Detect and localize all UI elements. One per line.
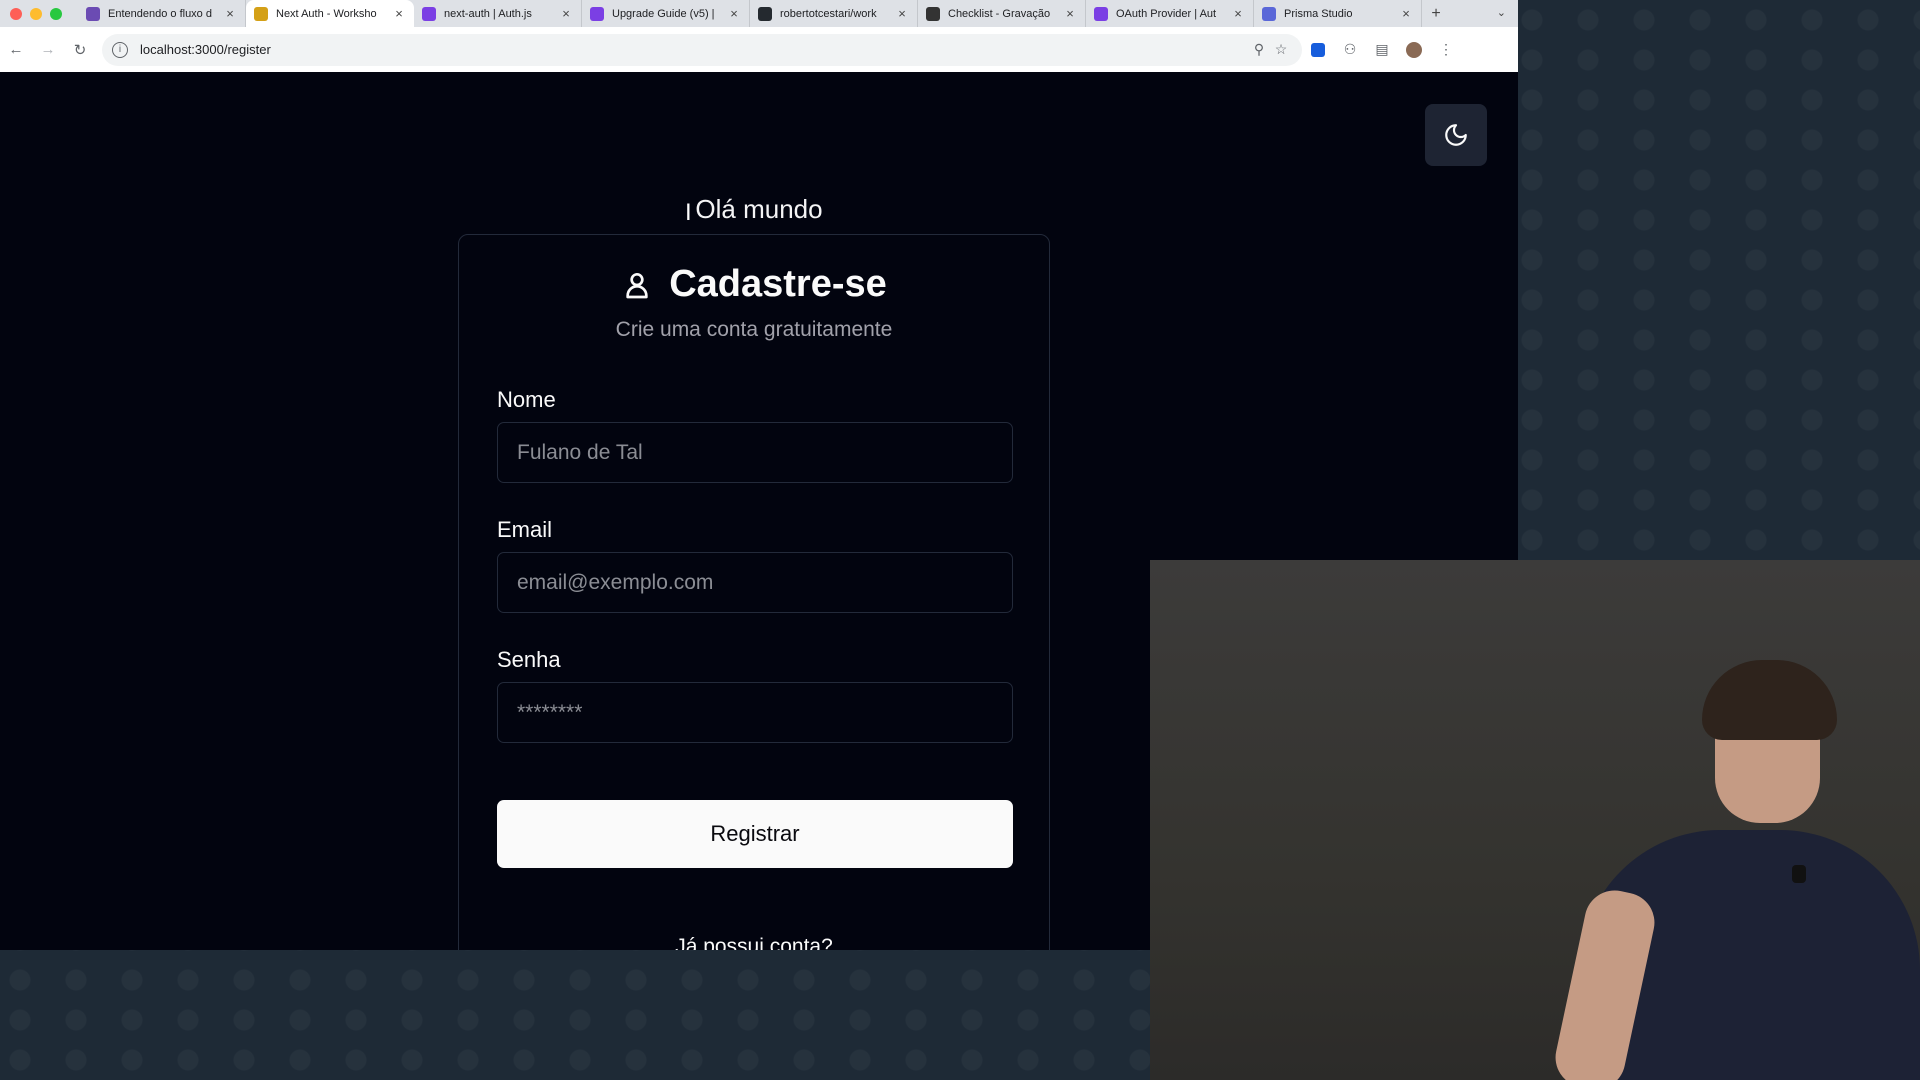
- browser-tab[interactable]: Entendendo o fluxo d ×: [78, 0, 246, 27]
- tab-label: robertotcestari/work: [780, 7, 877, 20]
- tab-favicon-icon: [926, 6, 940, 21]
- tab-label: OAuth Provider | Aut: [1116, 7, 1217, 20]
- greeting-text: Olá mundo: [695, 194, 823, 224]
- email-label: Email: [497, 517, 553, 542]
- tab-close-icon[interactable]: ×: [1063, 6, 1077, 21]
- login-link[interactable]: Já possui conta?: [459, 935, 1049, 950]
- user-icon: [626, 272, 648, 298]
- name-label: Nome: [497, 387, 556, 412]
- tab-favicon-icon: [1262, 6, 1276, 21]
- text-cursor-icon: I: [685, 199, 692, 226]
- maximize-window-button[interactable]: [50, 7, 62, 20]
- tab-close-icon[interactable]: ×: [895, 6, 909, 21]
- tab-label: Upgrade Guide (v5) |: [612, 7, 715, 20]
- browser-tab[interactable]: robertotcestari/work ×: [750, 0, 918, 27]
- moon-icon: [1445, 124, 1467, 146]
- browser-tab[interactable]: Next Auth - Worksho ×: [246, 0, 414, 27]
- browser-tab[interactable]: OAuth Provider | Aut ×: [1086, 0, 1254, 27]
- register-button[interactable]: Registrar: [497, 800, 1013, 868]
- name-field[interactable]: [497, 422, 1013, 483]
- browser-menu-icon[interactable]: ⋮: [1430, 41, 1462, 58]
- tab-close-icon[interactable]: ×: [1231, 6, 1245, 21]
- tab-bar: Entendendo o fluxo d × Next Auth - Worksho…: [0, 0, 1518, 27]
- presenter-hair: [1702, 660, 1837, 740]
- tab-label: next-auth | Auth.js: [444, 7, 532, 20]
- profile-avatar[interactable]: [1406, 41, 1422, 58]
- browser-tab[interactable]: Checklist - Gravação ×: [918, 0, 1086, 27]
- tab-label: Prisma Studio: [1284, 7, 1353, 20]
- tab-list: Entendendo o fluxo d × Next Auth - Worksho…: [78, 0, 1422, 27]
- browser-tab[interactable]: next-auth | Auth.js ×: [414, 0, 582, 27]
- card-subtitle: Crie uma conta gratuitamente: [615, 318, 893, 341]
- extensions-puzzle-icon[interactable]: ⚇: [1334, 41, 1366, 58]
- window-controls: [0, 7, 78, 20]
- email-field[interactable]: [497, 552, 1013, 613]
- browser-tab[interactable]: Prisma Studio ×: [1254, 0, 1422, 27]
- tab-close-icon[interactable]: ×: [559, 6, 573, 21]
- register-card: Cadastre-se Crie uma conta gratuitamente…: [458, 234, 1050, 950]
- lapel-mic-icon: [1792, 865, 1806, 883]
- tab-search-chevron-icon[interactable]: ⌄: [1497, 6, 1506, 19]
- side-panel-icon[interactable]: ▤: [1366, 41, 1398, 58]
- tab-favicon-icon: [86, 6, 100, 21]
- address-bar[interactable]: i localhost:3000/register ⚲ ☆: [102, 33, 1302, 66]
- card-title: Cadastre-se: [669, 263, 887, 305]
- minimize-window-button[interactable]: [30, 7, 42, 20]
- webcam-overlay: [1150, 560, 1920, 1080]
- bitwarden-extension-icon[interactable]: [1311, 42, 1325, 57]
- forward-arrow-icon[interactable]: →: [32, 41, 64, 58]
- bookmark-star-icon[interactable]: ☆: [1270, 41, 1292, 58]
- tab-close-icon[interactable]: ×: [223, 6, 237, 21]
- tab-favicon-icon: [758, 6, 772, 21]
- tab-close-icon[interactable]: ×: [1399, 6, 1413, 21]
- theme-toggle-button[interactable]: [1425, 104, 1487, 166]
- password-label: Senha: [497, 647, 561, 672]
- tab-label: Next Auth - Worksho: [276, 7, 377, 20]
- browser-tab[interactable]: Upgrade Guide (v5) | ×: [582, 0, 750, 27]
- tab-close-icon[interactable]: ×: [727, 6, 741, 21]
- tab-favicon-icon: [254, 6, 268, 21]
- zoom-icon[interactable]: ⚲: [1248, 41, 1270, 58]
- tab-label: Entendendo o fluxo d: [108, 7, 212, 20]
- new-tab-button[interactable]: +: [1422, 5, 1450, 23]
- tab-close-icon[interactable]: ×: [392, 6, 406, 21]
- password-field[interactable]: [497, 682, 1013, 743]
- reload-icon[interactable]: ↻: [64, 41, 96, 59]
- tab-favicon-icon: [422, 6, 436, 21]
- tab-favicon-icon: [1094, 6, 1108, 21]
- back-arrow-icon[interactable]: ←: [0, 41, 32, 58]
- close-window-button[interactable]: [10, 7, 22, 20]
- site-info-icon[interactable]: i: [112, 41, 128, 58]
- browser-toolbar: ← → ↻ i localhost:3000/register ⚲ ☆ ⚇ ▤ …: [0, 27, 1518, 72]
- url-text: localhost:3000/register: [140, 42, 271, 57]
- tab-label: Checklist - Gravação: [948, 7, 1051, 20]
- card-header: Cadastre-se: [459, 263, 1049, 306]
- tab-favicon-icon: [590, 6, 604, 21]
